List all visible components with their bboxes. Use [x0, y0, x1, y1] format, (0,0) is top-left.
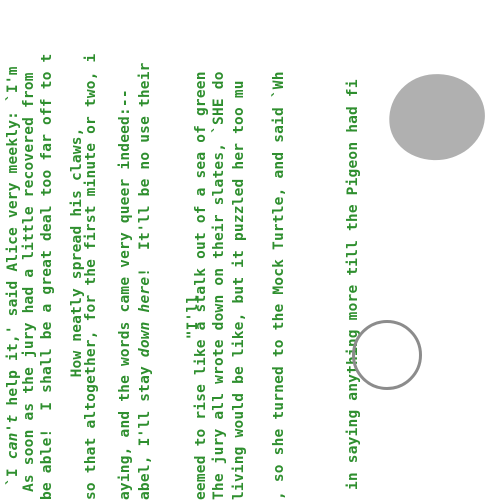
text-line: abel, I'll stay down here! It'll be no u… — [137, 62, 153, 500]
text-segment: As soon as the jury had a little recover… — [21, 72, 37, 492]
text-segment: can't — [5, 414, 21, 460]
text-line: in saying anything more till the Pigeon … — [345, 79, 361, 490]
text-segment: aying, and the words came very queer ind… — [117, 89, 133, 500]
text-segment: abel, I'll stay — [137, 357, 153, 500]
text-segment: be able! I shall be a great deal too far… — [39, 53, 55, 500]
text-segment: living would be like, but it puzzled her… — [231, 80, 247, 500]
gray-blob-shape — [383, 67, 491, 167]
text-line: eemed to rise like a stalk out of a sea … — [193, 71, 209, 500]
text-segment: in saying anything more till the Pigeon … — [345, 79, 361, 490]
text-line: , so she turned to the Mock Turtle, and … — [271, 71, 287, 500]
gray-ring-shape — [352, 320, 422, 390]
text-line: The jury all wrote down on their slates,… — [211, 71, 227, 500]
text-line: As soon as the jury had a little recover… — [21, 72, 37, 492]
text-line: `I can't help it,' said Alice very meekl… — [5, 66, 21, 486]
text-line: so that altogether, for the first minute… — [83, 53, 99, 500]
text-segment: ! It'll be no use their — [137, 62, 153, 277]
text-segment: so that altogether, for the first minute… — [83, 53, 99, 500]
text-line: aying, and the words came very queer ind… — [117, 89, 133, 500]
page: `I can't help it,' said Alice very meekl… — [0, 0, 500, 500]
text-line: living would be like, but it puzzled her… — [231, 80, 247, 500]
text-segment: eemed to rise like a stalk out of a sea … — [193, 71, 209, 500]
text-segment: `I — [5, 459, 21, 486]
text-segment: , so she turned to the Mock Turtle, and … — [271, 71, 287, 500]
text-segment: The jury all wrote down on their slates,… — [211, 71, 227, 500]
text-segment: help it,' said Alice very meekly: `I'm — [5, 66, 21, 415]
text-segment: down here — [137, 276, 153, 358]
text-line: be able! I shall be a great deal too far… — [39, 53, 55, 500]
